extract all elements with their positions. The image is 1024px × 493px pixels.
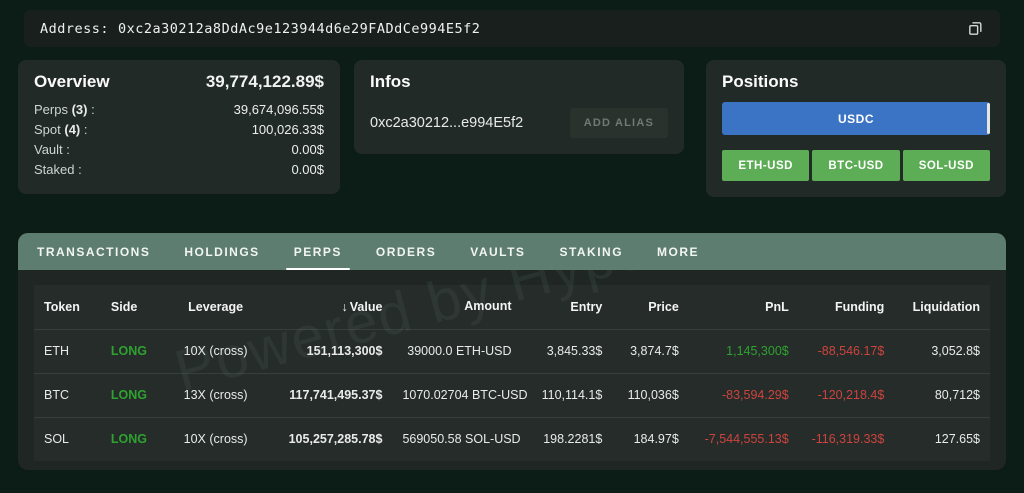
- tab-perps[interactable]: PERPS: [277, 233, 359, 270]
- cell-funding: -116,319.33$: [799, 417, 895, 461]
- header-price[interactable]: Price: [612, 285, 688, 329]
- main-panel: TRANSACTIONS HOLDINGS PERPS ORDERS VAULT…: [18, 233, 1006, 470]
- tab-vaults[interactable]: VAULTS: [453, 233, 542, 270]
- copy-address-button[interactable]: [960, 14, 990, 44]
- tab-holdings[interactable]: HOLDINGS: [167, 233, 276, 270]
- table-row-btc: BTC LONG 13X (cross) 117,741,495.37$ 107…: [34, 373, 990, 417]
- header-entry[interactable]: Entry: [522, 285, 613, 329]
- cell-leverage: 10X (cross): [168, 417, 264, 461]
- overview-row-perps: Perps (3) : 39,674,096.55$: [34, 100, 324, 120]
- header-amount[interactable]: Amount: [392, 285, 521, 329]
- perps-value: 39,674,096.55$: [234, 100, 324, 120]
- position-button-usdc[interactable]: USDC: [722, 102, 990, 135]
- vault-value: 0.00$: [291, 140, 324, 160]
- cell-amount: 1070.02704 BTC-USD: [392, 373, 521, 417]
- cell-amount: 569050.58 SOL-USD: [392, 417, 521, 461]
- infos-title: Infos: [370, 72, 411, 91]
- positions-title: Positions: [722, 72, 799, 91]
- cell-leverage: 10X (cross): [168, 329, 264, 373]
- perps-table: Token Side Leverage ↓Value Amount Entry …: [34, 285, 990, 461]
- tab-bar: TRANSACTIONS HOLDINGS PERPS ORDERS VAULT…: [18, 233, 1006, 270]
- cell-entry: 198.2281$: [522, 417, 613, 461]
- cell-pnl: 1,145,300$: [689, 329, 799, 373]
- tab-more[interactable]: MORE: [640, 233, 716, 270]
- usdc-label: USDC: [838, 112, 874, 126]
- address-value: 0xc2a30212a8DdAc9e123944d6e29FADdCe994E5…: [118, 21, 480, 37]
- header-pnl[interactable]: PnL: [689, 285, 799, 329]
- cell-pnl: -83,594.29$: [689, 373, 799, 417]
- perps-panel: Powered by Hyperliquid Token Side Levera…: [18, 270, 1006, 470]
- cell-side: LONG: [101, 417, 168, 461]
- cell-token: ETH: [34, 329, 101, 373]
- positions-card: Positions USDC ETH-USD BTC-USD SOL-USD: [706, 60, 1006, 197]
- overview-row-vault: Vault : 0.00$: [34, 140, 324, 160]
- cell-liquidation: 127.65$: [894, 417, 990, 461]
- cell-token: BTC: [34, 373, 101, 417]
- infos-address-short: 0xc2a30212...e994E5f2: [370, 115, 523, 131]
- copy-icon: [967, 20, 984, 37]
- overview-total-value: 39,774,122.89$: [206, 72, 324, 92]
- perp-pairs-row: ETH-USD BTC-USD SOL-USD: [722, 150, 990, 181]
- position-button-eth-usd[interactable]: ETH-USD: [722, 150, 809, 181]
- summary-cards-row: Overview 39,774,122.89$ Perps (3) : 39,6…: [18, 60, 1006, 197]
- cell-entry: 110,114.1$: [522, 373, 613, 417]
- staked-value: 0.00$: [291, 160, 324, 180]
- cell-amount: 39000.0 ETH-USD: [392, 329, 521, 373]
- spot-value: 100,026.33$: [252, 120, 324, 140]
- table-row-eth: ETH LONG 10X (cross) 151,113,300$ 39000.…: [34, 329, 990, 373]
- usdc-row-scrollbar[interactable]: [987, 103, 990, 134]
- infos-card: Infos 0xc2a30212...e994E5f2 ADD ALIAS: [354, 60, 684, 154]
- cell-funding: -88,546.17$: [799, 329, 895, 373]
- cell-entry: 3,845.33$: [522, 329, 613, 373]
- overview-card: Overview 39,774,122.89$ Perps (3) : 39,6…: [18, 60, 340, 194]
- cell-funding: -120,218.4$: [799, 373, 895, 417]
- cell-price: 3,874.7$: [612, 329, 688, 373]
- tab-staking[interactable]: STAKING: [542, 233, 640, 270]
- cell-token: SOL: [34, 417, 101, 461]
- tab-orders[interactable]: ORDERS: [359, 233, 453, 270]
- header-value[interactable]: ↓Value: [263, 285, 392, 329]
- cell-side: LONG: [101, 373, 168, 417]
- tab-transactions[interactable]: TRANSACTIONS: [20, 233, 167, 270]
- cell-side: LONG: [101, 329, 168, 373]
- header-funding[interactable]: Funding: [799, 285, 895, 329]
- overview-row-staked: Staked : 0.00$: [34, 160, 324, 180]
- header-leverage[interactable]: Leverage: [168, 285, 264, 329]
- address-label: Address:: [40, 21, 109, 37]
- sort-descending-icon: ↓: [342, 300, 348, 314]
- cell-liquidation: 3,052.8$: [894, 329, 990, 373]
- cell-price: 184.97$: [612, 417, 688, 461]
- header-liquidation[interactable]: Liquidation: [894, 285, 990, 329]
- header-token[interactable]: Token: [34, 285, 101, 329]
- overview-title: Overview: [34, 72, 110, 92]
- cell-pnl: -7,544,555.13$: [689, 417, 799, 461]
- cell-price: 110,036$: [612, 373, 688, 417]
- cell-value: 151,113,300$: [263, 329, 392, 373]
- header-side[interactable]: Side: [101, 285, 168, 329]
- add-alias-button[interactable]: ADD ALIAS: [570, 108, 668, 138]
- overview-row-spot: Spot (4) : 100,026.33$: [34, 120, 324, 140]
- address-bar: Address: 0xc2a30212a8DdAc9e123944d6e29FA…: [24, 10, 1000, 47]
- table-row-sol: SOL LONG 10X (cross) 105,257,285.78$ 569…: [34, 417, 990, 461]
- cell-liquidation: 80,712$: [894, 373, 990, 417]
- cell-value: 105,257,285.78$: [263, 417, 392, 461]
- cell-value: 117,741,495.37$: [263, 373, 392, 417]
- table-header-row: Token Side Leverage ↓Value Amount Entry …: [34, 285, 990, 329]
- position-button-btc-usd[interactable]: BTC-USD: [812, 150, 899, 181]
- cell-leverage: 13X (cross): [168, 373, 264, 417]
- position-button-sol-usd[interactable]: SOL-USD: [903, 150, 990, 181]
